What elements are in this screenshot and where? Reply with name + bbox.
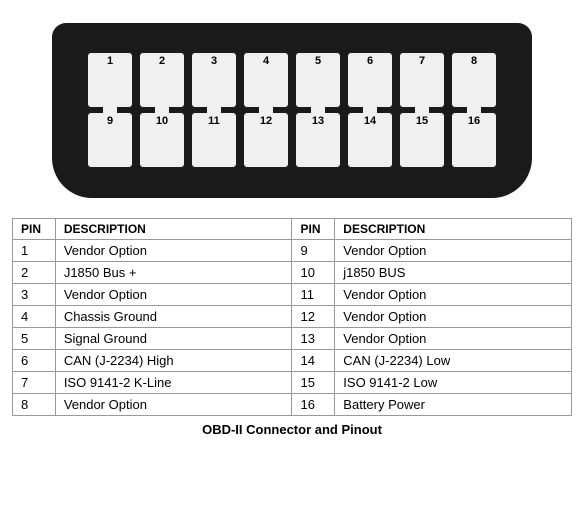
pin-right: 13 [292, 328, 335, 350]
pin-right: 11 [292, 284, 335, 306]
table-row: 8Vendor Option16Battery Power [13, 394, 572, 416]
table-row: 4Chassis Ground12Vendor Option [13, 306, 572, 328]
pin-left: 8 [13, 394, 56, 416]
bottom-pin-row: 9 10 11 12 13 14 15 16 [88, 113, 496, 167]
desc-left: Vendor Option [55, 284, 292, 306]
pin-8: 8 [452, 53, 496, 107]
pin-10: 10 [140, 113, 184, 167]
table-header-row: PIN DESCRIPTION PIN DESCRIPTION [13, 219, 572, 240]
pin-15: 15 [400, 113, 444, 167]
header-desc2: DESCRIPTION [335, 219, 572, 240]
desc-right: Vendor Option [335, 284, 572, 306]
table-row: 5Signal Ground13Vendor Option [13, 328, 572, 350]
pin-14: 14 [348, 113, 392, 167]
connector-body: 1 2 3 4 5 6 7 8 9 10 11 12 13 14 15 16 [52, 23, 532, 198]
header-pin2: PIN [292, 219, 335, 240]
pin-2: 2 [140, 53, 184, 107]
pin-right: 10 [292, 262, 335, 284]
header-desc1: DESCRIPTION [55, 219, 292, 240]
pin-left: 5 [13, 328, 56, 350]
pin-11: 11 [192, 113, 236, 167]
table-row: 3Vendor Option11Vendor Option [13, 284, 572, 306]
pin-left: 7 [13, 372, 56, 394]
table-row: 1Vendor Option9Vendor Option [13, 240, 572, 262]
pin-13: 13 [296, 113, 340, 167]
pin-right: 16 [292, 394, 335, 416]
pin-6: 6 [348, 53, 392, 107]
desc-left: ISO 9141-2 K-Line [55, 372, 292, 394]
pin-4: 4 [244, 53, 288, 107]
pin-left: 4 [13, 306, 56, 328]
desc-left: Vendor Option [55, 394, 292, 416]
pin-1: 1 [88, 53, 132, 107]
desc-right: Vendor Option [335, 328, 572, 350]
desc-right: Vendor Option [335, 306, 572, 328]
table-row: 7ISO 9141-2 K-Line15ISO 9141-2 Low [13, 372, 572, 394]
desc-right: j1850 BUS [335, 262, 572, 284]
pin-left: 2 [13, 262, 56, 284]
desc-left: Vendor Option [55, 240, 292, 262]
desc-left: CAN (J-2234) High [55, 350, 292, 372]
pin-left: 3 [13, 284, 56, 306]
pin-right: 9 [292, 240, 335, 262]
table-row: 6CAN (J-2234) High14CAN (J-2234) Low [13, 350, 572, 372]
pin-right: 15 [292, 372, 335, 394]
pin-3: 3 [192, 53, 236, 107]
connector-diagram: 1 2 3 4 5 6 7 8 9 10 11 12 13 14 15 16 [32, 10, 552, 210]
pin-right: 14 [292, 350, 335, 372]
pin-left: 1 [13, 240, 56, 262]
pin-7: 7 [400, 53, 444, 107]
desc-left: J1850 Bus + [55, 262, 292, 284]
top-pin-row: 1 2 3 4 5 6 7 8 [88, 53, 496, 107]
table-caption: OBD-II Connector and Pinout [202, 422, 382, 437]
desc-left: Chassis Ground [55, 306, 292, 328]
desc-right: CAN (J-2234) Low [335, 350, 572, 372]
table-row: 2J1850 Bus +10j1850 BUS [13, 262, 572, 284]
header-pin1: PIN [13, 219, 56, 240]
pin-16: 16 [452, 113, 496, 167]
pinout-table: PIN DESCRIPTION PIN DESCRIPTION 1Vendor … [12, 218, 572, 416]
pin-left: 6 [13, 350, 56, 372]
pin-right: 12 [292, 306, 335, 328]
pin-12: 12 [244, 113, 288, 167]
desc-right: Battery Power [335, 394, 572, 416]
desc-right: Vendor Option [335, 240, 572, 262]
pin-5: 5 [296, 53, 340, 107]
pin-9: 9 [88, 113, 132, 167]
desc-right: ISO 9141-2 Low [335, 372, 572, 394]
desc-left: Signal Ground [55, 328, 292, 350]
